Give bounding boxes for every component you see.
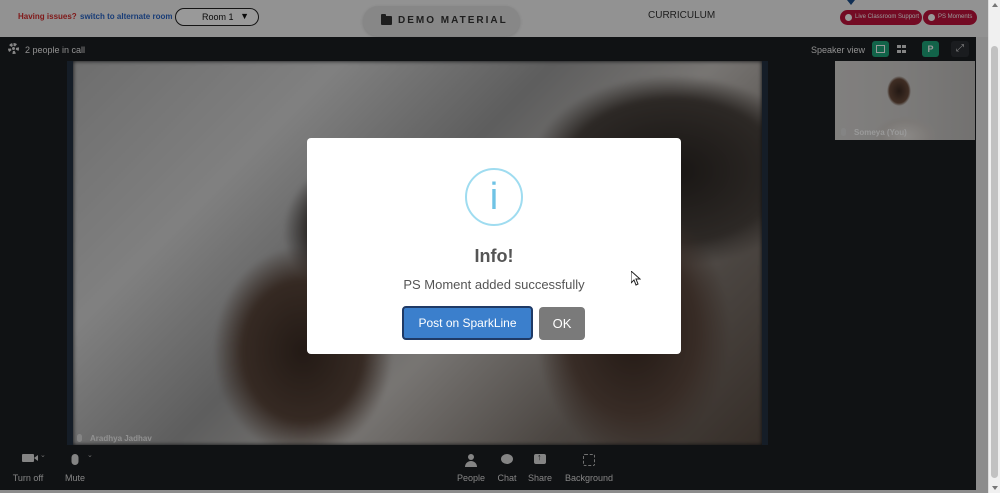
- dialog-message: PS Moment added successfully: [403, 277, 585, 292]
- page-scrollbar[interactable]: [988, 0, 1000, 493]
- info-dialog: i Info! PS Moment added successfully Pos…: [307, 138, 681, 354]
- dialog-title: Info!: [474, 246, 514, 266]
- info-icon: i: [465, 168, 523, 226]
- scroll-up-icon[interactable]: [992, 3, 998, 7]
- scroll-down-icon[interactable]: [992, 486, 998, 490]
- scroll-thumb[interactable]: [991, 46, 998, 478]
- app-root: Having issues? switch to alternate room …: [0, 0, 1000, 493]
- ok-button[interactable]: OK: [539, 307, 585, 340]
- post-on-sparkline-button[interactable]: Post on SparkLine: [402, 306, 533, 340]
